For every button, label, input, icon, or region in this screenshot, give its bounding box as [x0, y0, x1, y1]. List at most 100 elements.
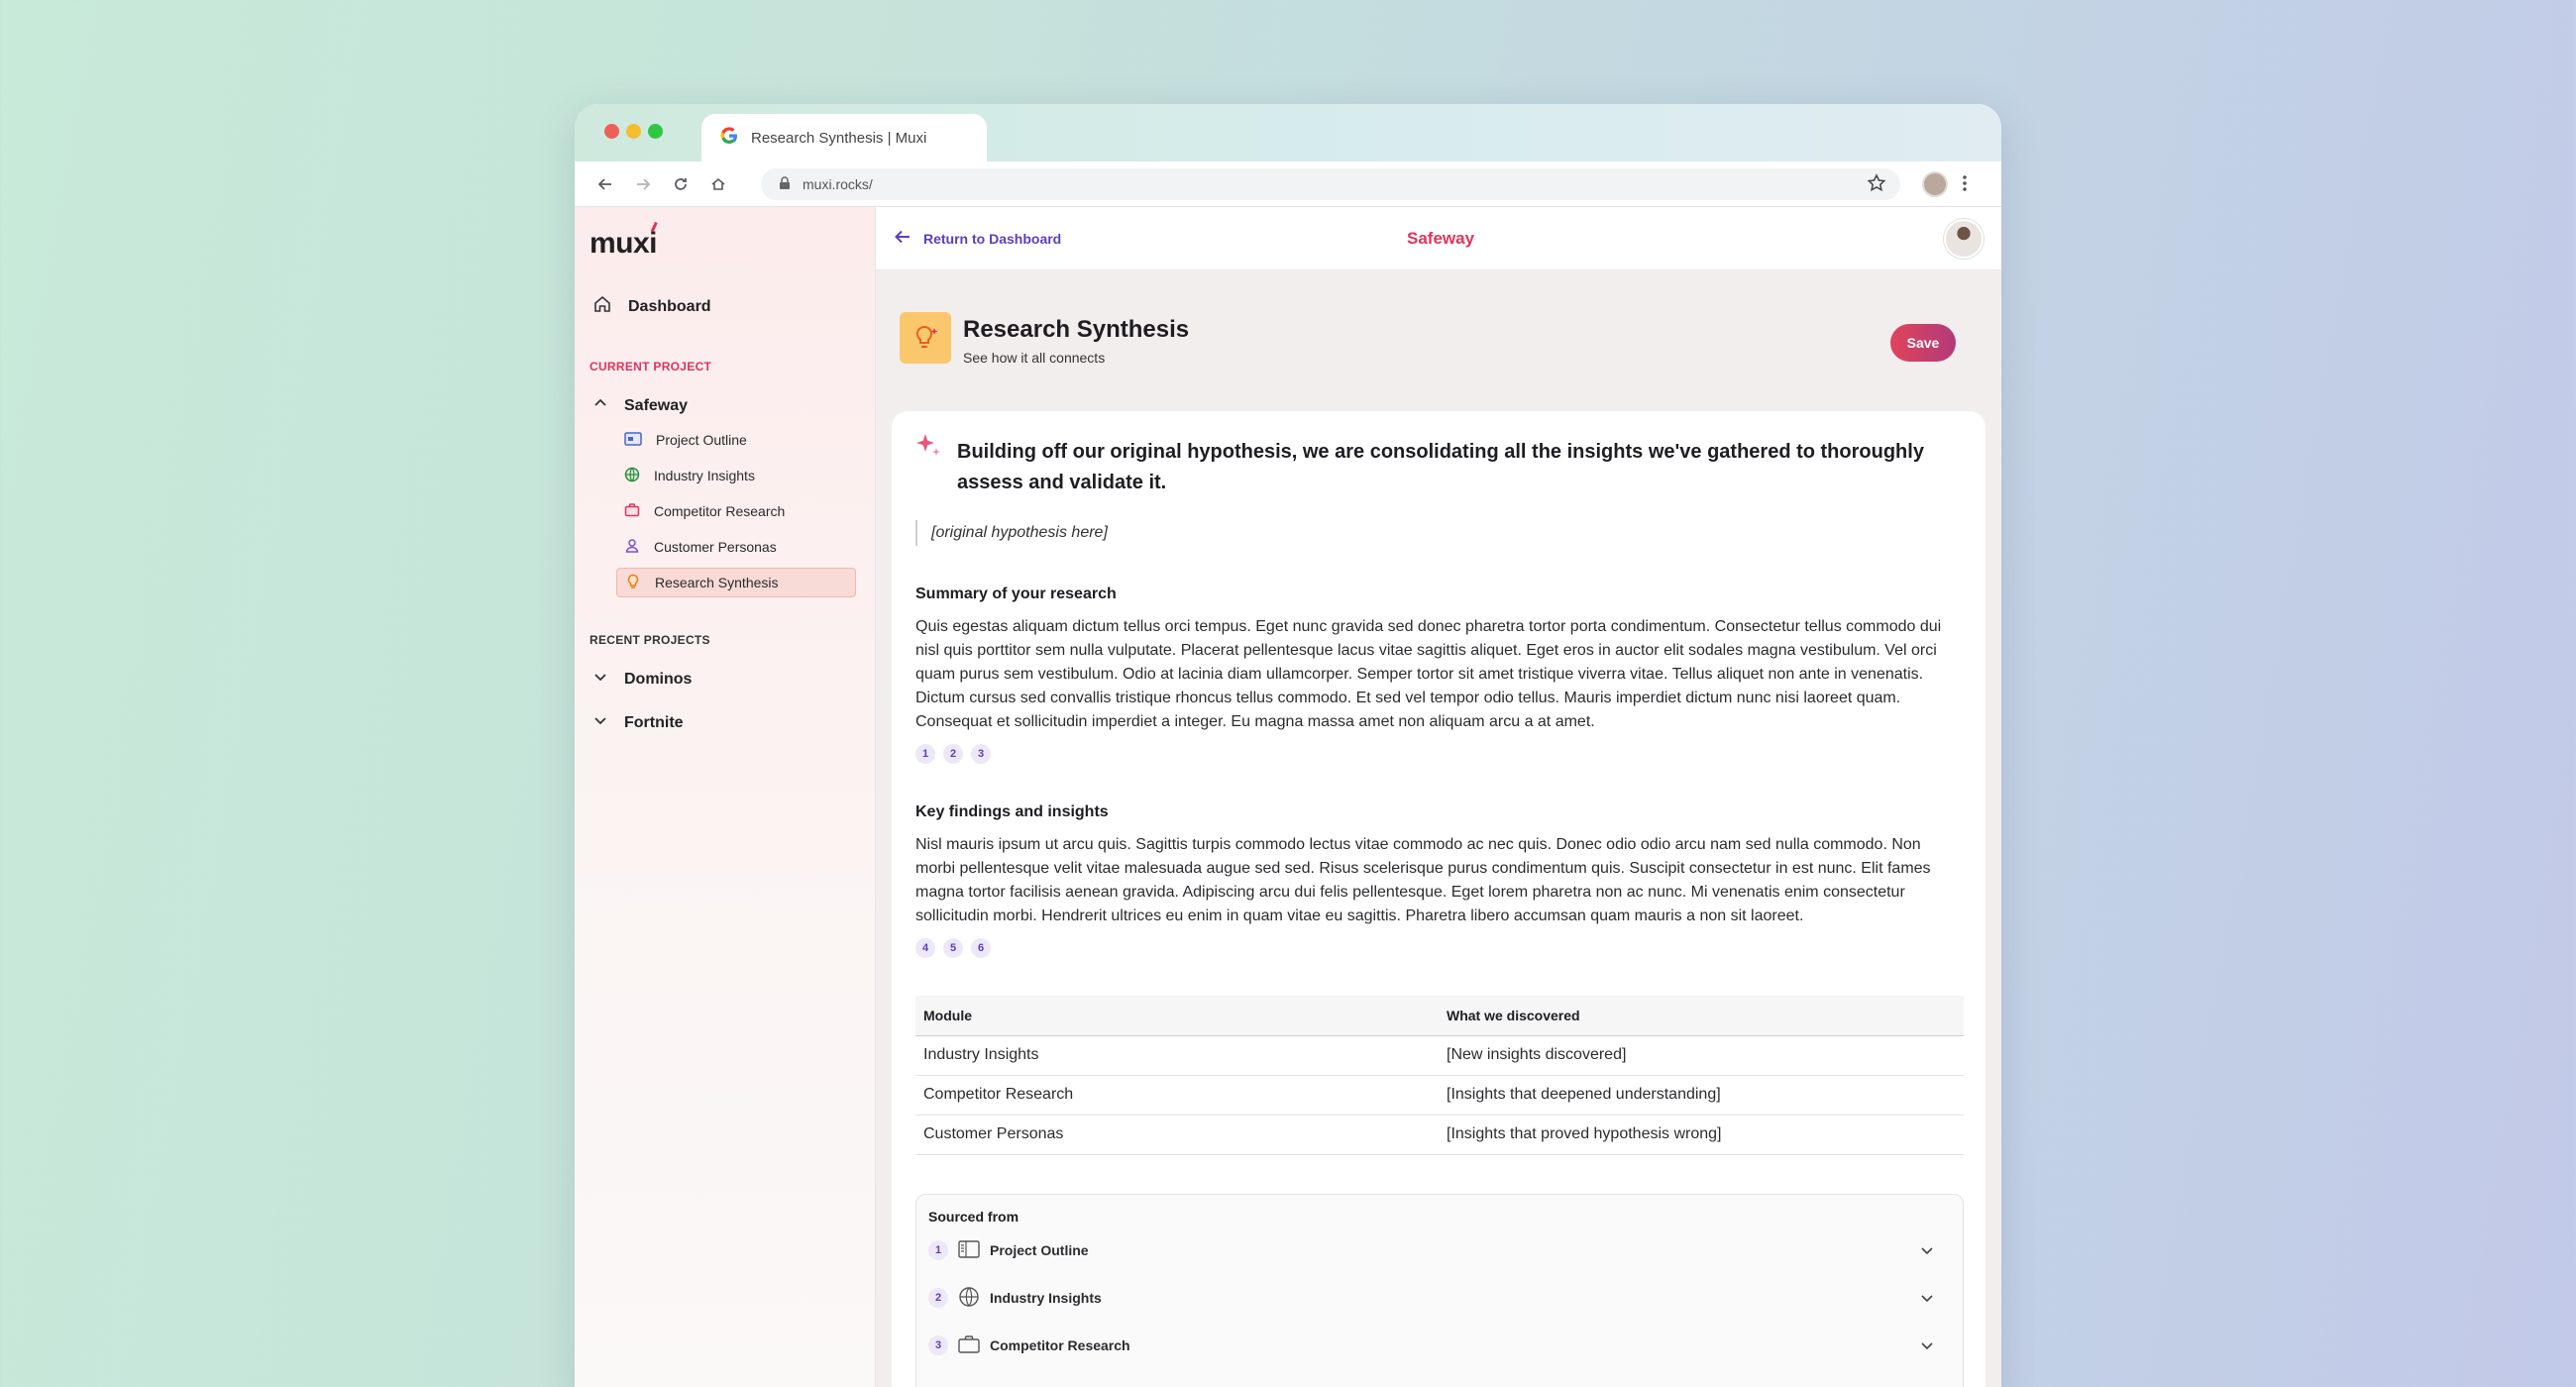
- citation-badge: 1: [928, 1240, 948, 1260]
- chevron-down-icon[interactable]: [1919, 1290, 1935, 1309]
- lightbulb-icon: [625, 574, 641, 592]
- hypothesis-placeholder[interactable]: [original hypothesis here]: [915, 520, 1108, 546]
- page-title: Research Synthesis: [963, 316, 1190, 343]
- back-arrow-icon[interactable]: [594, 173, 616, 195]
- browser-profile-avatar[interactable]: [1922, 171, 1948, 197]
- outline-icon: [958, 1239, 980, 1261]
- globe-icon: [624, 467, 640, 485]
- briefcase-icon: [624, 502, 640, 521]
- table-cell: [Insights that proved hypothesis wrong]: [1439, 1115, 1964, 1155]
- findings-text: Nisl mauris ipsum ut arcu quis. Sagittis…: [915, 836, 1931, 924]
- sources-title: Sourced from: [928, 1209, 1020, 1225]
- close-window-button[interactable]: [604, 124, 619, 139]
- arrow-left-icon: [894, 229, 912, 248]
- source-item[interactable]: 2 Industry Insights: [928, 1284, 1949, 1312]
- address-bar[interactable]: muxi.rocks/: [761, 168, 1900, 200]
- dashboard-label: Dashboard: [628, 297, 711, 315]
- summary-citations: 1 2 3: [915, 744, 991, 764]
- user-avatar[interactable]: [1944, 219, 1984, 259]
- sources-panel: Sourced from 1 Project Outline 2 Industr…: [915, 1194, 1964, 1387]
- tab-strip: Research Synthesis | Muxi: [575, 104, 2001, 161]
- citation-badge[interactable]: 2: [943, 744, 963, 764]
- sidebar-item-dashboard[interactable]: Dashboard: [592, 294, 711, 319]
- current-project-toggle[interactable]: Safeway: [592, 395, 688, 416]
- citation-badge[interactable]: 3: [971, 744, 991, 764]
- home-icon: [592, 294, 612, 319]
- citation-badge[interactable]: 4: [915, 938, 935, 958]
- table-row: Customer Personas [Insights that proved …: [915, 1115, 1964, 1155]
- table-cell: Competitor Research: [915, 1075, 1439, 1116]
- muxi-logo: muxi: [590, 227, 658, 260]
- source-label: Industry Insights: [990, 1290, 1102, 1306]
- recent-project-name: Dominos: [624, 670, 693, 688]
- reload-icon[interactable]: [670, 173, 692, 195]
- sidebar-item-research-synthesis[interactable]: Research Synthesis: [616, 568, 856, 597]
- sidebar-item-customer-personas[interactable]: Customer Personas: [616, 532, 856, 562]
- person-icon: [624, 538, 640, 557]
- source-label: Project Outline: [990, 1242, 1089, 1258]
- synthesis-card: Building off our original hypothesis, we…: [892, 411, 1986, 1387]
- citation-badge[interactable]: 5: [943, 938, 963, 958]
- outline-icon: [624, 431, 642, 449]
- column-header: Module: [915, 996, 1439, 1036]
- table-cell: [New insights discovered]: [1439, 1035, 1964, 1076]
- summary-text: Quis egestas aliquam dictum tellus orci …: [915, 618, 1942, 730]
- sidebar-item-label: Competitor Research: [654, 503, 786, 519]
- briefcase-icon: [958, 1334, 980, 1357]
- main-content: Return to Dashboard Safeway Research Syn…: [876, 207, 2001, 1387]
- table-row: Competitor Research [Insights that deepe…: [915, 1075, 1964, 1116]
- minimize-window-button[interactable]: [626, 124, 641, 139]
- star-icon[interactable]: [1867, 173, 1886, 196]
- recent-project-dominos[interactable]: Dominos: [592, 669, 692, 690]
- sidebar-item-industry-insights[interactable]: Industry Insights: [616, 461, 856, 490]
- table-header-row: Module What we discovered: [915, 996, 1964, 1036]
- return-to-dashboard-link[interactable]: Return to Dashboard: [894, 229, 1061, 248]
- page-subtitle: See how it all connects: [963, 350, 1106, 366]
- chevron-down-icon[interactable]: [1919, 1242, 1935, 1261]
- summary-heading: Summary of your research: [915, 586, 1117, 602]
- tab-title: Research Synthesis | Muxi: [751, 129, 927, 147]
- citation-badge: 3: [928, 1335, 948, 1355]
- google-icon: [719, 126, 739, 150]
- source-label: Competitor Research: [990, 1337, 1130, 1353]
- chevron-down-icon[interactable]: [1919, 1337, 1935, 1356]
- chevron-up-icon: [592, 395, 608, 416]
- table-row: Industry Insights [New insights discover…: [915, 1035, 1964, 1076]
- sidebar-item-competitor-research[interactable]: Competitor Research: [616, 496, 856, 526]
- chevron-down-icon: [592, 712, 608, 733]
- maximize-window-button[interactable]: [648, 124, 663, 139]
- save-button[interactable]: Save: [1890, 324, 1956, 362]
- findings-heading: Key findings and insights: [915, 803, 1109, 820]
- chevron-down-icon: [592, 669, 608, 690]
- hypothesis-intro: Building off our original hypothesis, we…: [957, 441, 1924, 493]
- lock-icon: [779, 175, 791, 193]
- recent-projects-label: RECENT PROJECTS: [590, 633, 710, 647]
- table-cell: Industry Insights: [915, 1035, 1439, 1076]
- topbar-project-name: Safeway: [1407, 229, 1475, 248]
- current-project-label: CURRENT PROJECT: [590, 360, 712, 373]
- sidebar-item-label: Customer Personas: [654, 539, 777, 555]
- sparkle-icon: [913, 431, 943, 466]
- browser-tab[interactable]: Research Synthesis | Muxi: [701, 114, 987, 161]
- browser-window: Research Synthesis | Muxi muxi.rocks/ mu…: [575, 104, 2001, 1387]
- citation-badge: 2: [928, 1288, 948, 1308]
- column-header: What we discovered: [1439, 996, 1964, 1036]
- source-item[interactable]: 1 Project Outline: [928, 1236, 1949, 1264]
- sidebar-item-label: Project Outline: [656, 432, 747, 448]
- table-cell: [Insights that deepened understanding]: [1439, 1075, 1964, 1116]
- recent-project-fortnite[interactable]: Fortnite: [592, 712, 684, 733]
- lightbulb-icon: [900, 312, 951, 364]
- forward-arrow-icon[interactable]: [632, 173, 654, 195]
- source-item[interactable]: 3 Competitor Research: [928, 1332, 1949, 1359]
- kebab-menu-icon[interactable]: [1962, 173, 1968, 198]
- recent-project-name: Fortnite: [624, 713, 684, 731]
- sidebar-item-label: Industry Insights: [654, 468, 755, 483]
- home-icon[interactable]: [707, 173, 729, 195]
- citation-badge[interactable]: 1: [915, 744, 935, 764]
- url-text: muxi.rocks/: [803, 176, 873, 192]
- globe-icon: [958, 1286, 980, 1311]
- sidebar-item-project-outline[interactable]: Project Outline: [616, 425, 856, 455]
- findings-citations: 4 5 6: [915, 938, 991, 958]
- back-link-label: Return to Dashboard: [923, 230, 1062, 247]
- citation-badge[interactable]: 6: [971, 938, 991, 958]
